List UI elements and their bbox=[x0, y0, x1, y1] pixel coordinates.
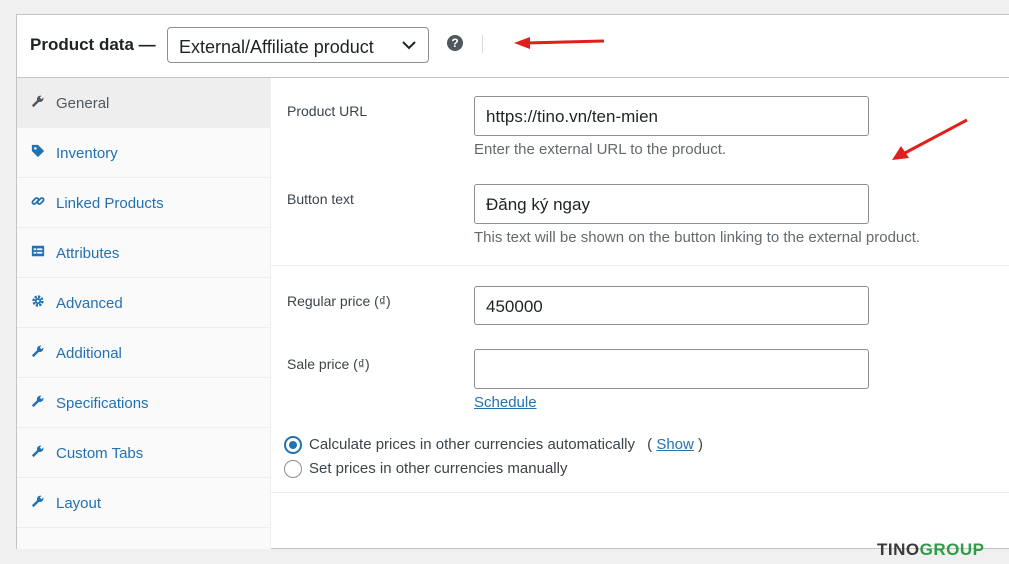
header-divider bbox=[482, 35, 483, 53]
regular-price-label: Regular price (₫) bbox=[287, 293, 391, 309]
tab-additional[interactable]: Additional bbox=[17, 328, 270, 378]
show-currencies-link[interactable]: Show bbox=[656, 436, 694, 453]
tag-icon bbox=[31, 144, 45, 158]
product-type-select[interactable]: External/Affiliate product bbox=[167, 27, 429, 63]
tab-custom-tabs[interactable]: Custom Tabs bbox=[17, 428, 270, 478]
annotation-arrow bbox=[892, 118, 968, 160]
list-icon bbox=[31, 245, 45, 257]
currency-manual-label: Set prices in other currencies manually bbox=[309, 460, 568, 477]
wrench-icon bbox=[31, 345, 44, 358]
currency-manual-radio[interactable] bbox=[284, 460, 302, 478]
tab-general[interactable]: General bbox=[17, 78, 270, 128]
currency-auto-text: Calculate prices in other currencies aut… bbox=[309, 436, 635, 453]
currency-auto-label: Calculate prices in other currencies aut… bbox=[309, 436, 703, 453]
schedule-link[interactable]: Schedule bbox=[474, 394, 537, 411]
wrench-icon bbox=[31, 495, 44, 508]
section-divider bbox=[271, 492, 1009, 493]
tab-label: Additional bbox=[56, 345, 122, 362]
tab-label: Custom Tabs bbox=[56, 445, 144, 462]
product-url-label: Product URL bbox=[287, 103, 368, 119]
tab-layout[interactable]: Layout bbox=[17, 478, 270, 528]
sale-price-input[interactable] bbox=[474, 349, 869, 389]
tab-label: Advanced bbox=[56, 295, 123, 312]
button-text-input[interactable]: Đăng ký ngay bbox=[474, 184, 869, 224]
annotation-arrow bbox=[514, 37, 605, 49]
tab-inventory[interactable]: Inventory bbox=[17, 128, 270, 178]
product-url-input[interactable]: https://tino.vn/ten-mien bbox=[474, 96, 869, 136]
tab-label: Specifications bbox=[56, 395, 149, 412]
product-type-value: External/Affiliate product bbox=[179, 37, 374, 57]
tab-label: Linked Products bbox=[56, 195, 164, 212]
show-close-paren: ) bbox=[698, 436, 704, 453]
tab-label: General bbox=[56, 95, 110, 112]
product-data-panel: Product data — External/Affiliate produc… bbox=[16, 14, 1009, 549]
wrench-icon bbox=[31, 395, 44, 408]
product-data-title: Product data — bbox=[30, 35, 156, 54]
product-data-tabs: General Inventory Linked Products Attrib… bbox=[17, 78, 271, 549]
gear-icon bbox=[32, 295, 44, 307]
tab-label: Inventory bbox=[56, 145, 118, 162]
link-icon bbox=[31, 197, 45, 205]
wrench-icon bbox=[31, 445, 44, 458]
tab-label: Attributes bbox=[56, 245, 120, 262]
section-divider bbox=[271, 265, 1009, 266]
tab-advanced[interactable]: Advanced bbox=[17, 278, 270, 328]
show-open-paren: ( bbox=[647, 436, 653, 453]
sale-price-label: Sale price (₫) bbox=[287, 356, 370, 372]
chevron-down-icon bbox=[402, 41, 416, 50]
currency-auto-radio[interactable] bbox=[284, 436, 302, 454]
button-text-description: This text will be shown on the button li… bbox=[474, 229, 921, 246]
tinogroup-logo: TINOGROUP bbox=[877, 540, 985, 559]
tab-attributes[interactable]: Attributes bbox=[17, 228, 270, 278]
regular-price-input[interactable]: 450000 bbox=[474, 286, 869, 325]
wrench-icon bbox=[31, 95, 44, 108]
tab-label: Layout bbox=[56, 495, 102, 512]
button-text-label: Button text bbox=[287, 191, 354, 207]
tab-specifications[interactable]: Specifications bbox=[17, 378, 270, 428]
help-icon[interactable]: ? bbox=[447, 35, 463, 51]
product-url-description: Enter the external URL to the product. bbox=[474, 141, 727, 158]
tab-linked-products[interactable]: Linked Products bbox=[17, 178, 270, 228]
